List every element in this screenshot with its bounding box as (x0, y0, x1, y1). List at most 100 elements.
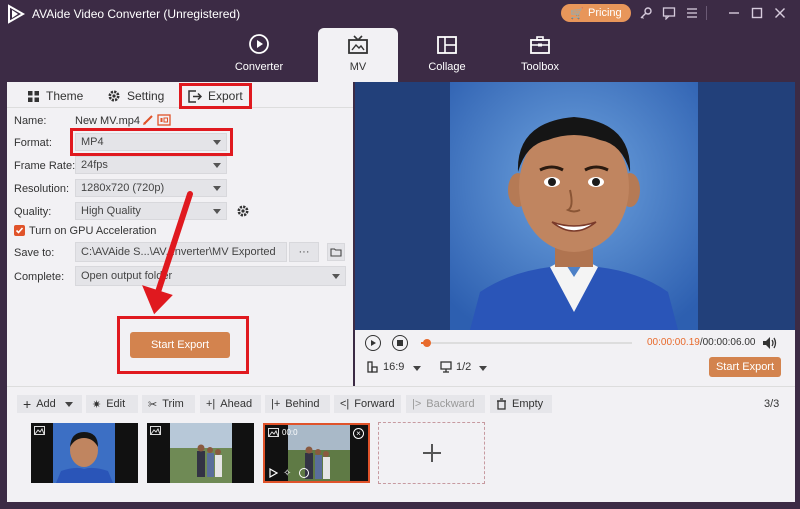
backward-label: Backward (426, 398, 475, 410)
clip-thumbnail[interactable] (147, 423, 254, 483)
chevron-down-icon[interactable] (479, 366, 487, 371)
name-value: New MV.mp4 (75, 115, 141, 127)
behind-button[interactable]: |+ Behind (265, 395, 330, 413)
tab-converter[interactable]: Converter (219, 28, 299, 82)
forward-button[interactable]: <| Forward (334, 395, 401, 413)
stop-button[interactable] (392, 335, 408, 351)
chevron-down-icon (213, 163, 221, 168)
clip-thumbnail-selected[interactable]: 00:0 × ✧ (263, 423, 370, 483)
tab-toolbox-label: Toolbox (521, 61, 559, 73)
checkmark-icon (15, 227, 24, 234)
preview-left-blur (355, 82, 450, 330)
clip-toolbar: + Add ✷ Edit ✂ Trim +| Ahead |+ Behind <… (7, 386, 795, 420)
title-bar: AVAide Video Converter (Unregistered) 🛒 … (0, 0, 800, 28)
title-divider (706, 6, 707, 20)
menu-icon[interactable] (683, 5, 701, 21)
plus-icon (422, 444, 441, 462)
complete-select[interactable]: Open output folder (75, 266, 346, 286)
add-label: Add (36, 398, 56, 410)
browse-label: ··· (298, 246, 310, 258)
chat-icon[interactable] (660, 5, 678, 21)
tab-setting[interactable]: Setting (107, 86, 164, 106)
volume-icon[interactable] (762, 336, 777, 350)
save-to-label: Save to: (14, 247, 55, 259)
play-icon[interactable] (269, 468, 278, 478)
thumbnail-group-outdoor (147, 423, 254, 483)
format-label: Format: (14, 137, 52, 149)
forward-label: Forward (354, 398, 395, 410)
trim-button[interactable]: ✂ Trim (142, 395, 195, 413)
open-folder-button[interactable] (327, 243, 345, 261)
tab-theme-label: Theme (46, 89, 84, 103)
pencil-icon[interactable] (142, 114, 154, 126)
folder-icon (330, 248, 342, 257)
tab-converter-label: Converter (234, 61, 284, 73)
effect-icon[interactable]: ✧ (283, 468, 291, 479)
resolution-label: Resolution: (14, 183, 70, 195)
close-icon[interactable] (771, 5, 789, 21)
gpu-checkbox[interactable] (14, 225, 25, 236)
clock-icon[interactable] (299, 468, 309, 478)
tab-mv[interactable]: MV (318, 28, 398, 82)
theme-icon (28, 90, 39, 102)
scissors-icon: ✂ (148, 398, 158, 411)
insert-ahead-icon: +| (206, 398, 216, 410)
cart-icon: 🛒 (570, 7, 585, 20)
export-tab-highlight (179, 83, 252, 109)
backward-button[interactable]: |> Backward (406, 395, 485, 413)
trim-label: Trim (162, 398, 184, 410)
converter-icon (249, 34, 269, 54)
pricing-button[interactable]: 🛒 Pricing (561, 4, 631, 22)
forward-icon: <| (340, 398, 350, 410)
export-panel: Theme Setting Export Name: New MV.mp4 Fo… (7, 82, 353, 386)
quality-settings-gear-icon[interactable] (236, 204, 250, 218)
id-icon[interactable] (157, 114, 171, 126)
edit-label: Edit (106, 398, 126, 410)
thumbnail-boy-portrait (31, 423, 138, 483)
progress-knob[interactable] (423, 339, 432, 347)
boy-portrait-image (450, 82, 698, 330)
key-icon[interactable] (637, 5, 655, 21)
video-preview (355, 82, 795, 330)
tab-collage[interactable]: Collage (407, 28, 487, 82)
image-icon (34, 426, 45, 435)
browse-button[interactable]: ··· (289, 242, 319, 262)
chevron-down-icon[interactable] (413, 366, 421, 371)
tab-theme[interactable]: Theme (27, 86, 83, 106)
preview-right-blur (698, 82, 795, 330)
clip-thumbnail[interactable] (31, 423, 138, 483)
plus-icon: + (23, 396, 32, 412)
maximize-icon[interactable] (748, 5, 766, 21)
tab-collage-label: Collage (428, 61, 466, 73)
tab-toolbox[interactable]: Toolbox (500, 28, 580, 82)
trash-icon (497, 398, 506, 410)
display-ratio-value[interactable]: 1/2 (456, 361, 471, 373)
mv-icon (348, 35, 368, 54)
aspect-ratio-icon (367, 361, 378, 373)
insert-behind-icon: |+ (271, 398, 281, 410)
play-button[interactable] (365, 335, 381, 351)
main-tabs: Converter MV Collage Toolbox (0, 28, 800, 82)
empty-label: Empty (512, 398, 544, 410)
app-logo-icon (8, 4, 26, 24)
clip-timeline: 00:0 × ✧ (7, 420, 795, 502)
preview-start-export-button[interactable]: Start Export (709, 357, 781, 377)
start-export-button[interactable]: Start Export (130, 332, 230, 358)
minimize-icon[interactable] (725, 5, 743, 21)
frame-rate-select[interactable]: 24fps (75, 156, 227, 174)
quality-label: Quality: (14, 206, 52, 218)
add-button[interactable]: + Add (17, 395, 82, 413)
behind-label: Behind (285, 398, 320, 410)
empty-button[interactable]: Empty (490, 395, 552, 413)
progress-track[interactable] (421, 339, 632, 347)
clip-time: 00:0 (282, 428, 298, 437)
aspect-ratio-value[interactable]: 16:9 (383, 361, 404, 373)
add-clip-slot[interactable] (378, 422, 485, 484)
stop-icon (397, 340, 403, 346)
ahead-button[interactable]: +| Ahead (200, 395, 261, 413)
app-title: AVAide Video Converter (Unregistered) (32, 7, 241, 21)
complete-label: Complete: (14, 271, 65, 283)
edit-button[interactable]: ✷ Edit (86, 395, 138, 413)
remove-clip-icon[interactable]: × (353, 428, 364, 439)
chevron-down-icon (332, 274, 340, 279)
